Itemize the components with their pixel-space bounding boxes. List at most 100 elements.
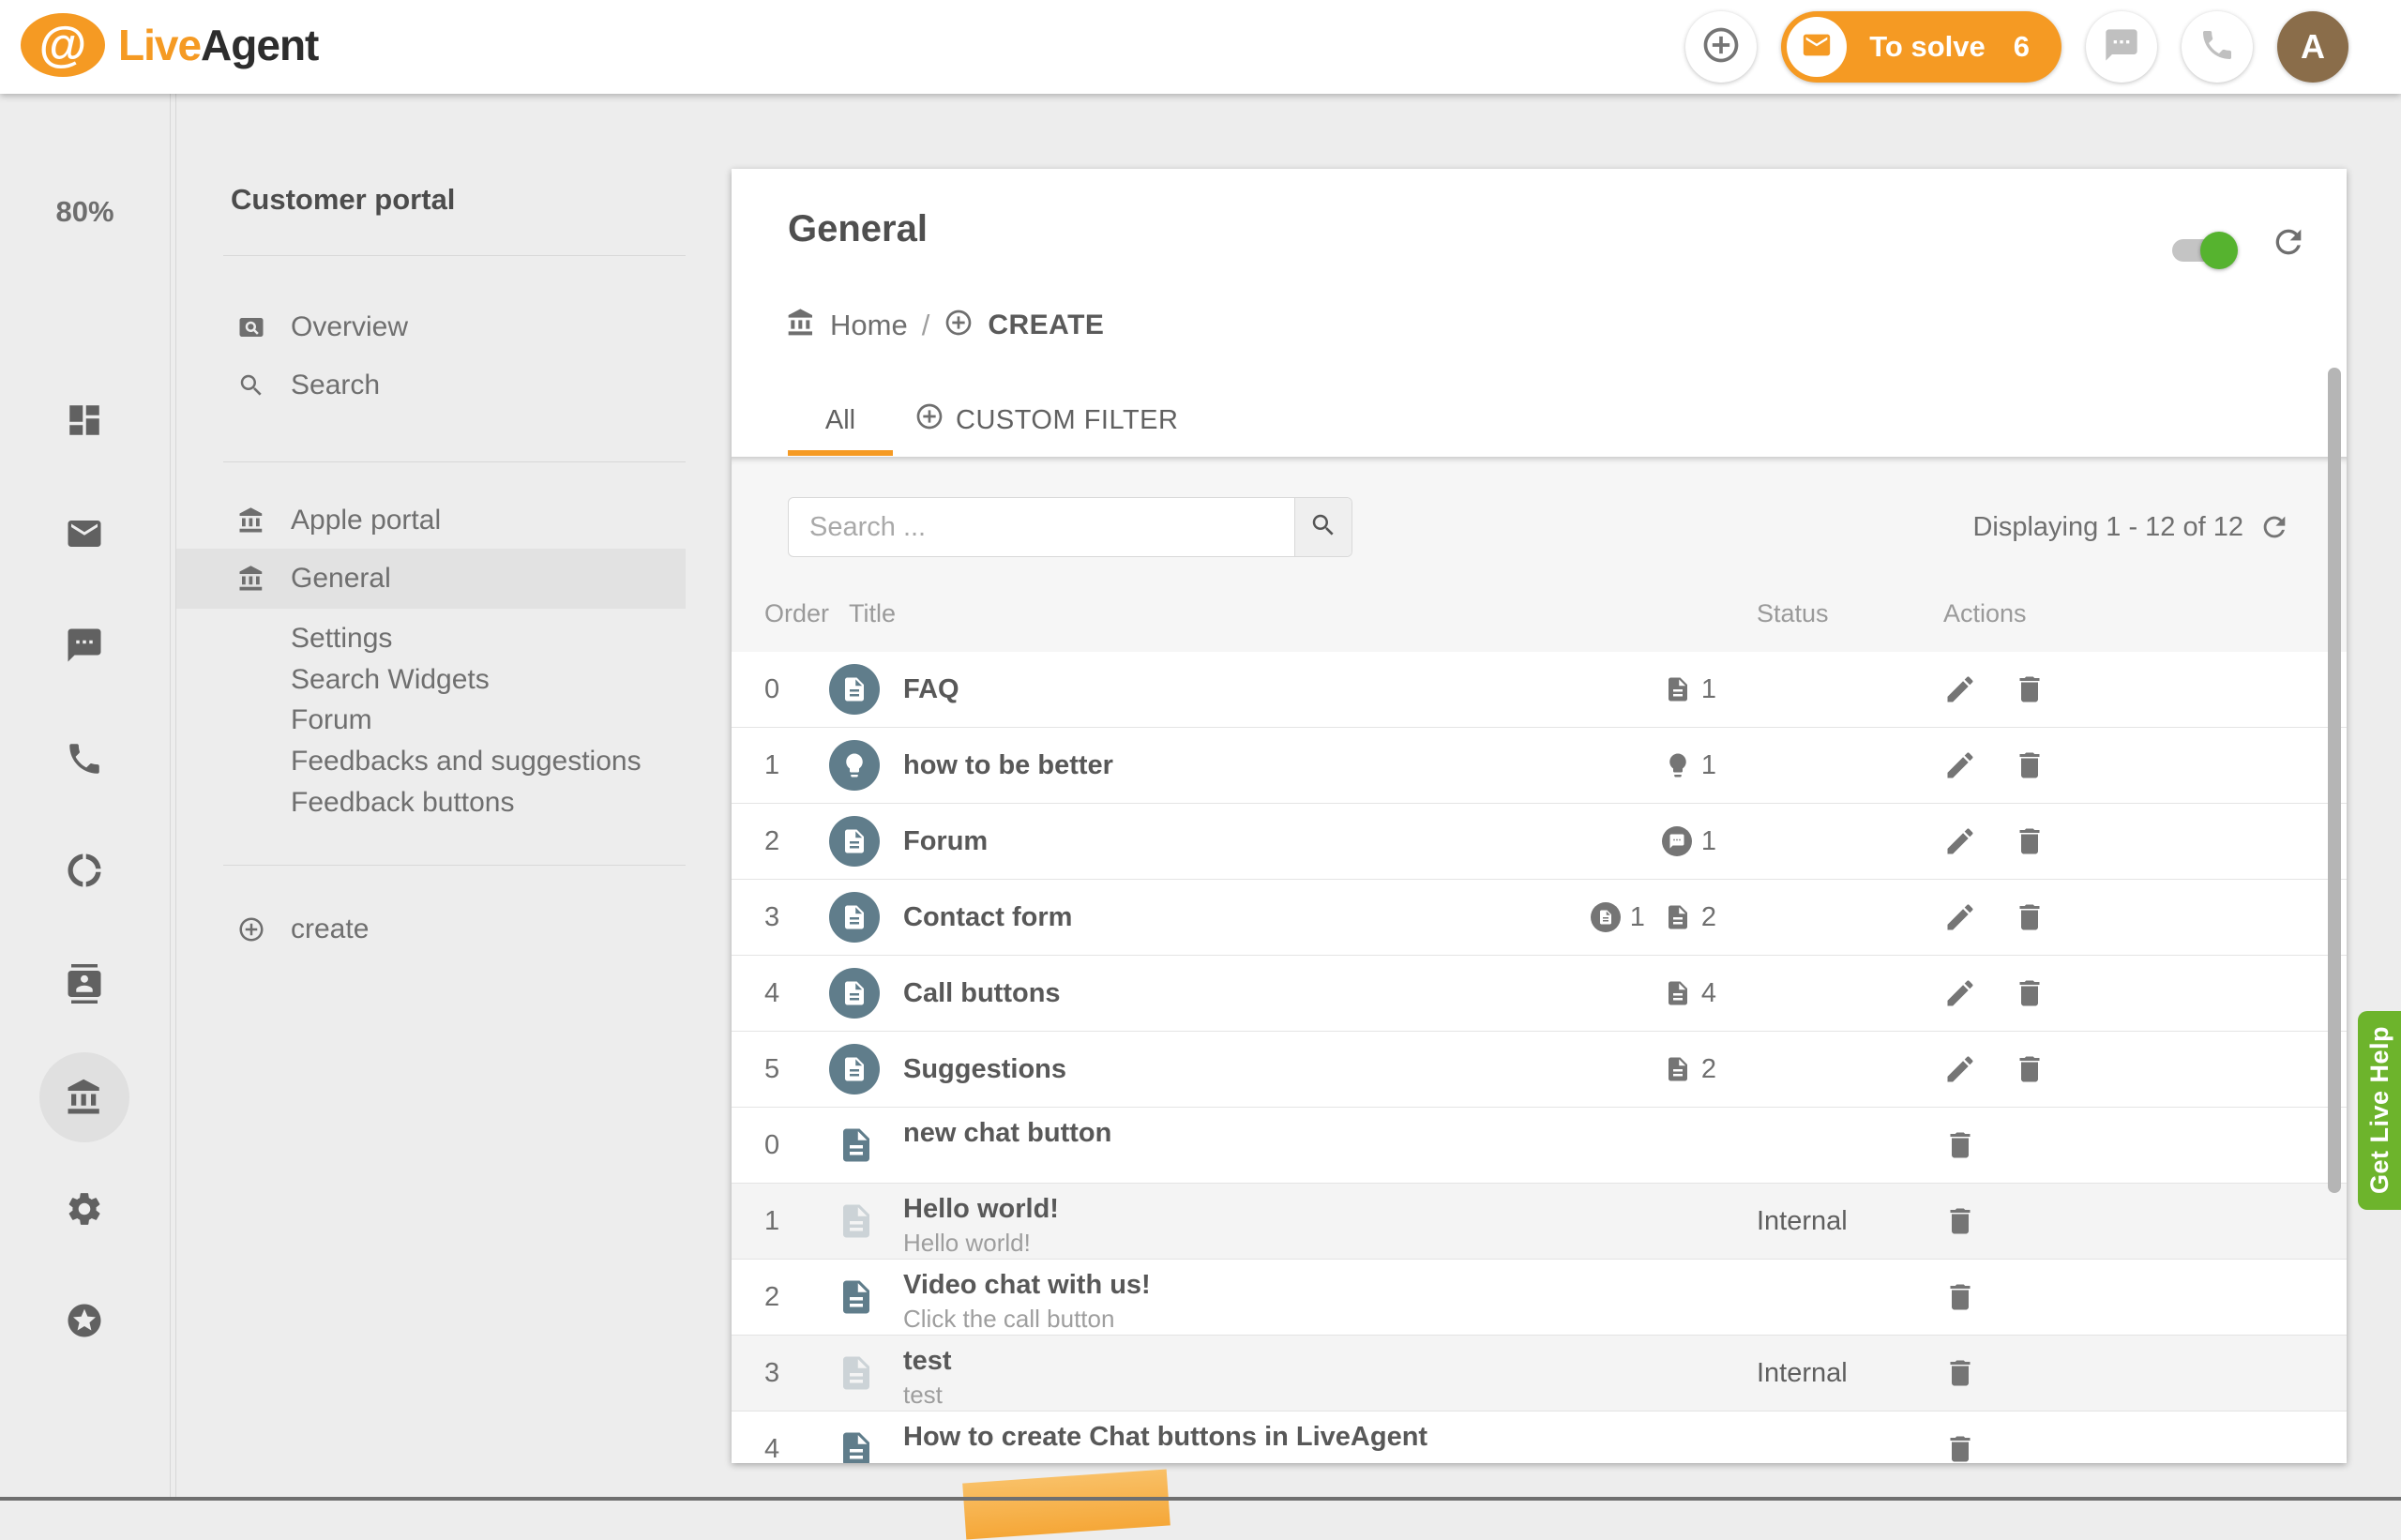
nav-item-feedback-buttons[interactable]: Feedback buttons (176, 782, 686, 823)
table-row[interactable]: 4Call buttons4 (732, 956, 2347, 1032)
nav-item-overview[interactable]: Overview (176, 297, 686, 357)
rail-item-gear[interactable] (39, 1164, 129, 1254)
row-title[interactable]: Video chat with us! (903, 1269, 1151, 1301)
row-title-cell: Forum (903, 804, 988, 879)
breadcrumb-separator: / (922, 309, 930, 342)
search-input[interactable] (789, 498, 1294, 556)
table-row[interactable]: 1Hello world!Hello world!Internal (732, 1184, 2347, 1260)
edit-icon[interactable] (1943, 748, 1977, 782)
delete-icon[interactable] (1943, 1432, 1977, 1463)
rail-item-donut[interactable] (39, 825, 129, 915)
phone-icon (65, 739, 104, 778)
rail-item-chat[interactable] (39, 600, 129, 690)
delete-icon[interactable] (1943, 1356, 1977, 1390)
delete-icon[interactable] (2013, 824, 2046, 858)
row-title[interactable]: Forum (903, 825, 988, 857)
table-row[interactable]: 2Video chat with us!Click the call butto… (732, 1260, 2347, 1336)
row-avatar (829, 816, 880, 867)
refresh-icon[interactable] (2270, 223, 2307, 261)
row-actions (1943, 652, 2046, 727)
table-row[interactable]: 5Suggestions2 (732, 1032, 2347, 1108)
card-content: Displaying 1 - 12 of 12 Order Title Stat… (732, 457, 2347, 1463)
document-icon (840, 979, 868, 1007)
table-row[interactable]: 3testtestInternal (732, 1336, 2347, 1412)
add-new-button[interactable] (1685, 11, 1757, 83)
to-solve-button[interactable]: To solve 6 (1781, 11, 2061, 83)
row-title-cell: testtest (903, 1336, 952, 1420)
row-title[interactable]: how to be better (903, 749, 1113, 781)
nav-item-forum[interactable]: Forum (176, 700, 686, 741)
table-row[interactable]: 1how to be better1 (732, 728, 2347, 804)
row-title[interactable]: Hello world! (903, 1193, 1059, 1225)
row-order: 2 (764, 1260, 779, 1335)
refresh-icon[interactable] (2258, 511, 2290, 543)
nav-item-search-widgets[interactable]: Search Widgets (176, 659, 686, 701)
liveagent-logo[interactable]: @ LiveAgent (21, 13, 318, 77)
row-title-cell: Video chat with us!Click the call button (903, 1260, 1151, 1344)
edit-icon[interactable] (1943, 976, 1977, 1010)
breadcrumb-create[interactable]: CREATE (988, 310, 1104, 341)
tab-custom-filter[interactable]: CUSTOM FILTER (914, 396, 1178, 445)
row-title[interactable]: test (903, 1345, 952, 1377)
chats-button[interactable] (2086, 11, 2157, 83)
nav-item-general[interactable]: General (176, 549, 686, 609)
nav-item-apple-portal[interactable]: Apple portal (176, 491, 686, 551)
pagination-info: Displaying 1 - 12 of 12 (1972, 511, 2290, 543)
row-title[interactable]: new chat button (903, 1117, 1111, 1149)
delete-icon[interactable] (2013, 976, 2046, 1010)
portal-enabled-toggle[interactable] (2172, 239, 2234, 262)
tab-all[interactable]: All (788, 396, 893, 445)
rail-item-mail[interactable] (39, 489, 129, 579)
row-order: 0 (764, 1108, 779, 1183)
nav-title: Customer portal (231, 183, 455, 217)
table-row[interactable]: 0FAQ1 (732, 652, 2347, 728)
edit-icon[interactable] (1943, 900, 1977, 934)
calls-button[interactable] (2182, 11, 2253, 83)
column-title: Title (849, 599, 896, 628)
row-title[interactable]: FAQ (903, 673, 959, 705)
delete-icon[interactable] (2013, 748, 2046, 782)
nav-item-feedbacks-and-suggestions[interactable]: Feedbacks and suggestions (176, 741, 686, 782)
edit-icon[interactable] (1943, 672, 1977, 706)
row-title[interactable]: How to create Chat buttons in LiveAgent (903, 1421, 1672, 1453)
row-actions (1943, 1336, 1977, 1411)
get-live-help-button[interactable]: Get Live Help (2358, 1011, 2401, 1210)
rail-item-dashboard[interactable] (39, 375, 129, 465)
row-title[interactable]: Suggestions (903, 1053, 1066, 1085)
delete-icon[interactable] (1943, 1128, 1977, 1162)
delete-icon[interactable] (2013, 900, 2046, 934)
row-actions (1943, 728, 2046, 803)
search-icon (237, 371, 265, 400)
chat-icon (2103, 26, 2140, 68)
rail-item-contacts[interactable] (39, 939, 129, 1029)
delete-icon[interactable] (1943, 1280, 1977, 1314)
nav-item-search[interactable]: Search (176, 355, 686, 415)
breadcrumb-home[interactable]: Home (830, 309, 908, 342)
edit-icon[interactable] (1943, 824, 1977, 858)
delete-icon[interactable] (2013, 672, 2046, 706)
row-title[interactable]: Contact form (903, 901, 1072, 933)
column-order: Order (764, 599, 829, 628)
user-avatar[interactable]: A (2277, 11, 2348, 83)
delete-icon[interactable] (2013, 1052, 2046, 1086)
row-avatar (829, 1044, 880, 1095)
nav-item-settings[interactable]: Settings (176, 618, 686, 659)
table-row[interactable]: 3Contact form12 (732, 880, 2347, 956)
count-value: 1 (1701, 750, 1716, 781)
rail-item-stars[interactable] (39, 1276, 129, 1366)
row-title-cell: Suggestions (903, 1032, 1066, 1107)
lightbulb-icon (840, 751, 868, 779)
row-title[interactable]: Call buttons (903, 977, 1061, 1009)
table-scrollbar[interactable] (2328, 368, 2341, 1193)
delete-icon[interactable] (1943, 1204, 1977, 1238)
document-icon (837, 1424, 876, 1463)
nav-item-create[interactable]: create (176, 899, 686, 959)
search-button[interactable] (1294, 498, 1352, 556)
pageview-icon (237, 313, 265, 341)
table-row[interactable]: 0 new chat button (732, 1108, 2347, 1184)
edit-icon[interactable] (1943, 1052, 1977, 1086)
table-row[interactable]: 2Forum1 (732, 804, 2347, 880)
rail-item-bank[interactable] (39, 1052, 129, 1142)
table-row[interactable]: 4How to create Chat buttons in LiveAgent… (732, 1412, 2347, 1463)
rail-item-phone[interactable] (39, 714, 129, 804)
